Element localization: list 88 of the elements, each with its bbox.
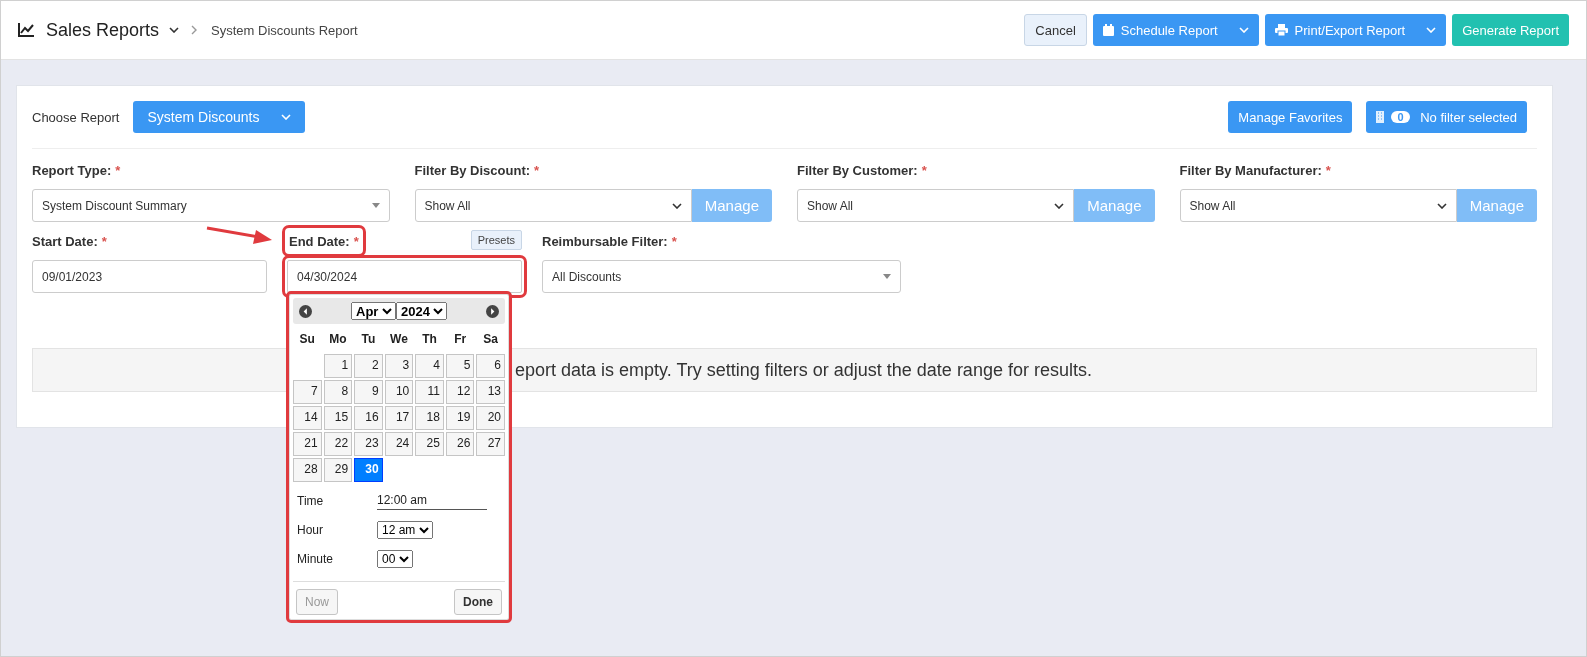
page-title: Sales Reports	[46, 19, 160, 41]
calendar-day[interactable]: 4	[415, 354, 444, 378]
calendar-day[interactable]: 28	[293, 458, 322, 482]
year-select[interactable]: 2024	[396, 302, 447, 320]
calendar-day[interactable]: 16	[354, 406, 383, 430]
previous-month-icon[interactable]	[299, 304, 312, 318]
calendar-day[interactable]: 2	[354, 354, 383, 378]
calendar-day[interactable]: 20	[476, 406, 505, 430]
line-chart-icon	[18, 23, 34, 37]
weekday-label: Th	[421, 331, 438, 348]
calendar-day[interactable]: 29	[323, 458, 353, 482]
calendar-day[interactable]: 11	[415, 380, 444, 404]
required-mark: *	[1325, 162, 1331, 178]
calendar-day[interactable]: 30	[354, 458, 383, 482]
required-mark: *	[115, 162, 121, 178]
breadcrumb[interactable]: System Discounts Report	[211, 22, 358, 38]
time-label: Time	[297, 493, 325, 508]
weekday-label: Tu	[360, 331, 377, 348]
hour-select[interactable]: 12 am	[377, 520, 433, 539]
filter-select[interactable]: Show All	[1179, 189, 1457, 222]
weekday-label: We	[389, 331, 409, 348]
calendar-day[interactable]: 23	[354, 432, 383, 456]
chevron-icon	[1436, 202, 1447, 209]
calendar-day[interactable]: 7	[293, 380, 322, 404]
month-select[interactable]: Apr	[351, 302, 396, 320]
calendar-day[interactable]: 13	[476, 380, 505, 404]
chevron-icon	[671, 202, 682, 209]
field-label: Filter By Discount:	[414, 162, 531, 178]
field-label: Start Date:	[32, 233, 98, 249]
calendar-day[interactable]: 18	[415, 406, 444, 430]
calendar-day[interactable]: 21	[293, 432, 322, 456]
printer-icon	[1274, 24, 1288, 36]
filter-select[interactable]: Show All	[414, 189, 692, 222]
report-type-select[interactable]: System Discount Summary	[32, 189, 390, 222]
filter-select[interactable]: Show All	[797, 189, 1075, 222]
calendar-day[interactable]: 15	[323, 406, 353, 430]
calendar-day[interactable]: 10	[384, 380, 414, 404]
filter-count-badge: 0	[1391, 111, 1410, 123]
field-label: Report Type:	[32, 162, 112, 178]
calendar-day[interactable]: 17	[384, 406, 414, 430]
field-label: End Date:	[289, 233, 350, 249]
weekday-label: Sa	[482, 331, 500, 348]
next-month-icon[interactable]	[486, 304, 499, 318]
calendar-day[interactable]: 27	[476, 432, 505, 456]
field-label: Filter By Customer:	[797, 162, 918, 178]
calendar-day[interactable]: 5	[445, 354, 475, 378]
weekday-label: Fr	[453, 331, 468, 348]
chevron-icon	[1054, 202, 1065, 209]
field-label: Reimbursable Filter:	[542, 233, 668, 249]
calendar-day[interactable]: 3	[384, 354, 414, 378]
minute-label: Minute	[297, 551, 335, 566]
required-mark: *	[671, 233, 677, 249]
chevron-right-icon	[191, 25, 198, 35]
chevron-icon	[169, 27, 180, 33]
caret-icon	[280, 114, 291, 120]
start-date-input[interactable]: 09/01/2023	[32, 260, 267, 293]
report-type-select[interactable]: All Discounts	[542, 260, 901, 293]
calendar-day[interactable]: 6	[476, 354, 505, 378]
required-mark: *	[101, 233, 107, 249]
calendar-day[interactable]: 12	[445, 380, 475, 404]
required-mark: *	[534, 162, 540, 178]
empty-report-message: eport data is empty. Try setting filters or adjust the date range for results.	[515, 359, 1092, 381]
field-label: Filter By Manufacturer:	[1179, 162, 1322, 178]
calendar-day[interactable]: 8	[323, 380, 353, 404]
calendar-day[interactable]: 22	[323, 432, 353, 456]
calendar-day[interactable]: 26	[445, 432, 475, 456]
required-mark: *	[921, 162, 927, 178]
choose-report-label: Choose Report	[32, 109, 120, 125]
caret-icon	[1238, 27, 1249, 33]
calendar-day[interactable]: 25	[415, 432, 444, 456]
required-mark: *	[353, 233, 359, 249]
caret-icon	[1426, 27, 1437, 33]
presets-button[interactable]: Presets	[470, 230, 522, 250]
calendar-day[interactable]: 9	[354, 380, 383, 404]
calendar-day[interactable]: 19	[445, 406, 475, 430]
building-icon	[1376, 111, 1385, 123]
weekday-label: Mo	[328, 331, 348, 348]
calendar-day[interactable]: 24	[384, 432, 414, 456]
time-value: 12:00 am	[377, 491, 487, 510]
calendar-day[interactable]: 1	[323, 354, 353, 378]
calendar-day[interactable]: 14	[293, 406, 322, 430]
calendar-icon	[1102, 24, 1114, 36]
weekday-label: Su	[298, 331, 316, 348]
hour-label: Hour	[297, 522, 324, 537]
done-button[interactable]: Done	[454, 589, 502, 615]
annotation-arrow	[206, 225, 274, 245]
header-button[interactable]: Cancel	[1024, 14, 1087, 46]
minute-select[interactable]: 00	[377, 549, 413, 568]
